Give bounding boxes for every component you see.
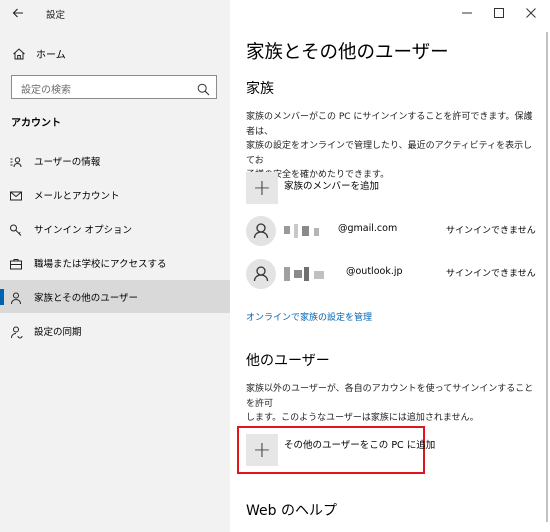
- sidebar-item-label: 設定の同期: [34, 327, 82, 338]
- avatar: [246, 216, 276, 246]
- other-users-description-line: します。このようなユーザーは家族には追加されません。: [246, 413, 479, 423]
- add-family-member-label: 家族のメンバーを追加: [284, 181, 380, 192]
- section-header-accounts: アカウント: [11, 118, 61, 129]
- sidebar: 設定 ホーム 設定の検索 アカウント ユーザーの情報 メールとアカウント サイン…: [0, 0, 230, 532]
- member-email: @outlook.jp: [346, 266, 403, 277]
- title-bar: 設定: [0, 0, 230, 28]
- search-input[interactable]: 設定の検索: [11, 75, 217, 99]
- family-member-row[interactable]: @outlook.jp サインインできません: [246, 259, 536, 291]
- key-icon: [9, 222, 23, 236]
- plus-icon: +: [246, 172, 278, 204]
- sidebar-item-user-info[interactable]: ユーザーの情報: [0, 144, 230, 177]
- sidebar-item-label: 家族とその他のユーザー: [34, 293, 139, 304]
- scrollbar[interactable]: [546, 32, 548, 522]
- plus-icon: +: [246, 434, 278, 466]
- family-icon: [9, 290, 23, 305]
- add-other-user-button[interactable]: + その他のユーザーをこの PC に追加: [246, 434, 526, 466]
- other-users-description: 家族以外のユーザーが、各自のアカウントを使ってサインインすることを許可 します。…: [246, 382, 536, 426]
- page-title: 家族とその他のユーザー: [246, 42, 449, 63]
- masked-email-prefix: [284, 265, 336, 283]
- family-member-row[interactable]: @gmail.com サインインできません: [246, 216, 536, 248]
- sidebar-item-work-school[interactable]: 職場または学校にアクセスする: [0, 246, 230, 279]
- family-description-line: 家族の設定をオンラインで管理したり、最近のアクティビティを表示してお: [246, 141, 533, 166]
- mail-icon: [9, 188, 23, 202]
- sidebar-item-label: メールとアカウント: [34, 191, 120, 202]
- family-description-line: 家族のメンバーがこの PC にサインインすることを許可できます。保護者は、: [246, 112, 533, 137]
- sync-icon: [9, 324, 23, 339]
- sidebar-item-label: 職場または学校にアクセスする: [34, 259, 167, 270]
- sidebar-item-signin-options[interactable]: サインイン オプション: [0, 212, 230, 245]
- main-content: 家族とその他のユーザー 家族 家族のメンバーがこの PC にサインインすることを…: [230, 0, 550, 532]
- member-email: @gmail.com: [338, 223, 398, 234]
- close-icon[interactable]: [516, 4, 546, 22]
- other-users-heading: 他のユーザー: [246, 353, 330, 369]
- app-title: 設定: [46, 10, 66, 21]
- avatar: [246, 259, 276, 289]
- manage-family-link[interactable]: オンラインで家族の設定を管理: [246, 310, 372, 323]
- sidebar-item-mail-accounts[interactable]: メールとアカウント: [0, 178, 230, 211]
- home-icon: [12, 46, 26, 60]
- search-icon[interactable]: [197, 81, 210, 96]
- minimize-icon[interactable]: [452, 4, 482, 22]
- sidebar-item-family-users[interactable]: 家族とその他のユーザー: [0, 280, 230, 313]
- member-status: サインインできません: [446, 226, 536, 236]
- back-arrow-icon[interactable]: [6, 3, 30, 23]
- sidebar-item-label: サインイン オプション: [34, 225, 133, 236]
- family-heading: 家族: [246, 81, 274, 97]
- maximize-icon[interactable]: [484, 4, 514, 22]
- masked-email-prefix: [284, 222, 336, 240]
- member-status: サインインできません: [446, 269, 536, 279]
- home-nav[interactable]: ホーム: [0, 40, 230, 66]
- sidebar-item-sync[interactable]: 設定の同期: [0, 314, 230, 347]
- briefcase-icon: [9, 256, 23, 270]
- user-info-icon: [9, 154, 23, 168]
- add-other-user-label: その他のユーザーをこの PC に追加: [284, 440, 436, 451]
- sidebar-item-label: ユーザーの情報: [34, 157, 101, 168]
- home-label: ホーム: [36, 50, 66, 61]
- other-users-description-line: 家族以外のユーザーが、各自のアカウントを使ってサインインすることを許可: [246, 384, 534, 409]
- web-help-heading: Web のヘルプ: [246, 503, 337, 519]
- search-placeholder: 設定の検索: [21, 85, 71, 96]
- add-family-member-button[interactable]: + 家族のメンバーを追加: [246, 172, 526, 204]
